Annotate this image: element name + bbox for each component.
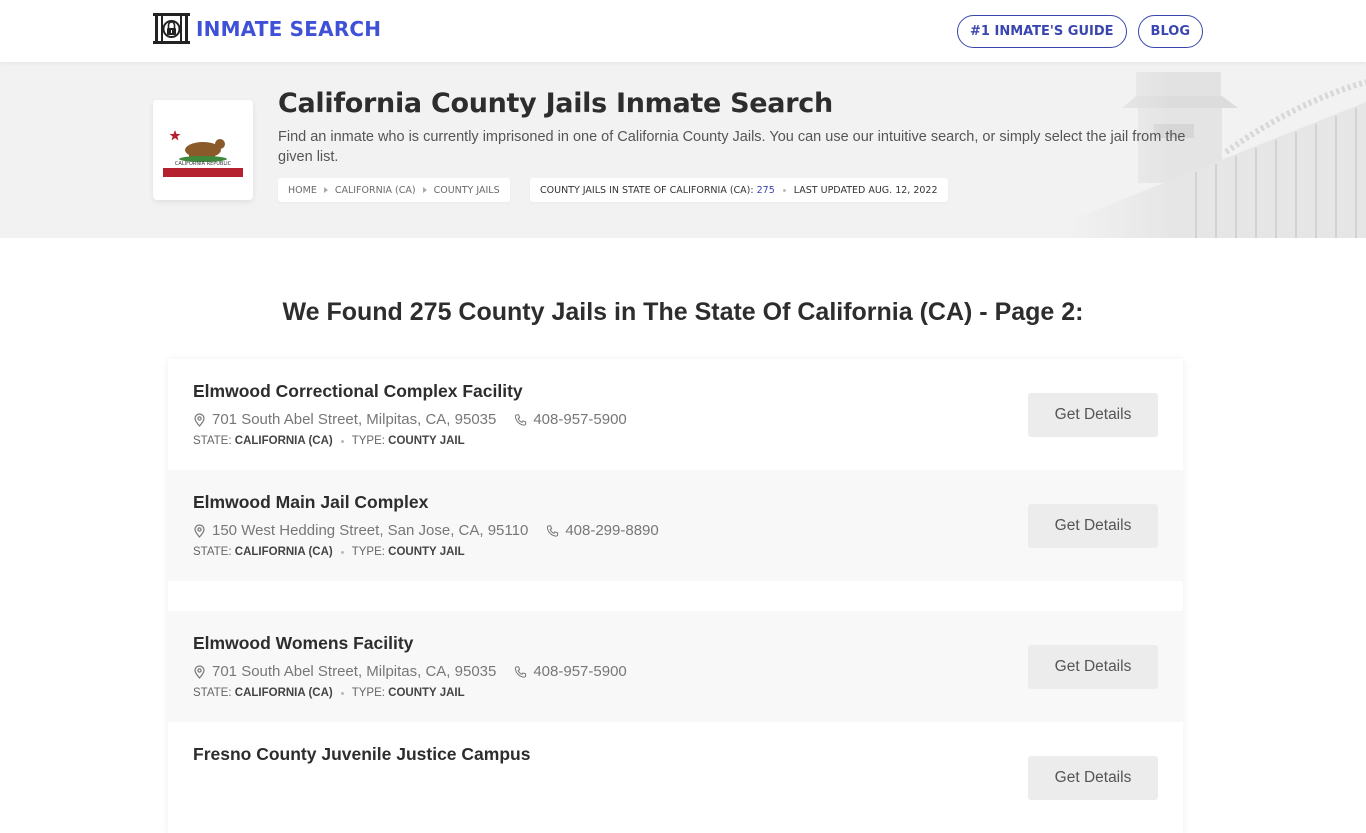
get-details-button[interactable]: Get Details bbox=[1028, 393, 1158, 437]
jail-address: 701 South Abel Street, Milpitas, CA, 950… bbox=[212, 411, 497, 428]
state-flag: CALIFORNIA REPUBLIC bbox=[153, 100, 253, 200]
ad-spacer bbox=[168, 581, 1183, 611]
jail-phone[interactable]: 408-299-8890 bbox=[565, 522, 658, 539]
jail-name[interactable]: Elmwood Correctional Complex Facility bbox=[193, 381, 1158, 402]
jail-name[interactable]: Elmwood Womens Facility bbox=[193, 633, 1158, 654]
jail-type: TYPE: COUNTY JAIL bbox=[351, 435, 465, 447]
jail-type: TYPE: COUNTY JAIL bbox=[351, 546, 465, 558]
last-updated: LAST UPDATED AUG. 12, 2022 bbox=[793, 184, 938, 196]
jail-address: 701 South Abel Street, Milpitas, CA, 950… bbox=[212, 663, 497, 680]
jail-count-label: COUNTY JAILS IN STATE OF CALIFORNIA (CA)… bbox=[540, 184, 775, 196]
phone-icon bbox=[514, 413, 527, 427]
separator-dot bbox=[340, 550, 344, 554]
separator-dot bbox=[340, 439, 344, 443]
page-title: California County Jails Inmate Search bbox=[278, 88, 833, 119]
nav-blog[interactable]: BLOG bbox=[1137, 15, 1203, 48]
breadcrumb-separator-icon bbox=[323, 187, 328, 193]
jail-state: STATE: CALIFORNIA (CA) bbox=[193, 687, 333, 699]
breadcrumb: HOME CALIFORNIA (CA) COUNTY JAILS bbox=[278, 178, 510, 202]
list-item: Elmwood Womens Facility 701 South Abel S… bbox=[168, 611, 1183, 722]
list-item: Elmwood Correctional Complex Facility 70… bbox=[168, 359, 1183, 470]
breadcrumb-home[interactable]: HOME bbox=[288, 185, 317, 196]
jail-state: STATE: CALIFORNIA (CA) bbox=[193, 546, 333, 558]
jail-name[interactable]: Fresno County Juvenile Justice Campus bbox=[193, 744, 1158, 765]
nav-inmates-guide[interactable]: #1 INMATE'S GUIDE bbox=[957, 15, 1127, 48]
breadcrumb-separator-icon bbox=[422, 187, 427, 193]
jail-name[interactable]: Elmwood Main Jail Complex bbox=[193, 492, 1158, 513]
list-item: Elmwood Main Jail Complex 150 West Heddi… bbox=[168, 470, 1183, 581]
jail-type: TYPE: COUNTY JAIL bbox=[351, 687, 465, 699]
phone-icon bbox=[546, 524, 559, 538]
top-navbar: INMATE SEARCH #1 INMATE'S GUIDE BLOG bbox=[0, 0, 1366, 62]
phone-icon bbox=[514, 665, 527, 679]
get-details-button[interactable]: Get Details bbox=[1028, 756, 1158, 800]
site-logo[interactable]: INMATE SEARCH bbox=[153, 13, 381, 44]
hero-section: CALIFORNIA REPUBLIC California County Ja… bbox=[0, 62, 1366, 238]
logo-text: INMATE SEARCH bbox=[196, 16, 382, 41]
jail-address: 150 West Hedding Street, San Jose, CA, 9… bbox=[212, 522, 529, 539]
jail-phone[interactable]: 408-957-5900 bbox=[533, 411, 626, 428]
list-item: Fresno County Juvenile Justice Campus Ge… bbox=[168, 722, 1183, 833]
stats-bar: COUNTY JAILS IN STATE OF CALIFORNIA (CA)… bbox=[530, 178, 948, 202]
page-description: Find an inmate who is currently imprison… bbox=[278, 129, 1186, 165]
location-pin-icon bbox=[193, 523, 206, 538]
jail-lock-icon bbox=[153, 13, 190, 44]
jail-count-value: 275 bbox=[756, 184, 775, 196]
breadcrumb-california[interactable]: CALIFORNIA (CA) bbox=[335, 185, 416, 196]
jail-list: Elmwood Correctional Complex Facility 70… bbox=[168, 359, 1183, 833]
main-nav: #1 INMATE'S GUIDE BLOG bbox=[957, 15, 1203, 48]
location-pin-icon bbox=[193, 664, 206, 679]
separator-dot bbox=[340, 691, 344, 695]
separator-dot bbox=[782, 188, 786, 192]
get-details-button[interactable]: Get Details bbox=[1028, 645, 1158, 689]
get-details-button[interactable]: Get Details bbox=[1028, 504, 1158, 548]
jail-phone[interactable]: 408-957-5900 bbox=[533, 663, 626, 680]
location-pin-icon bbox=[193, 412, 206, 427]
results-heading: We Found 275 County Jails in The State O… bbox=[282, 298, 1084, 326]
jail-state: STATE: CALIFORNIA (CA) bbox=[193, 435, 333, 447]
flag-text: CALIFORNIA REPUBLIC bbox=[175, 161, 232, 167]
breadcrumb-county-jails[interactable]: COUNTY JAILS bbox=[434, 185, 500, 196]
